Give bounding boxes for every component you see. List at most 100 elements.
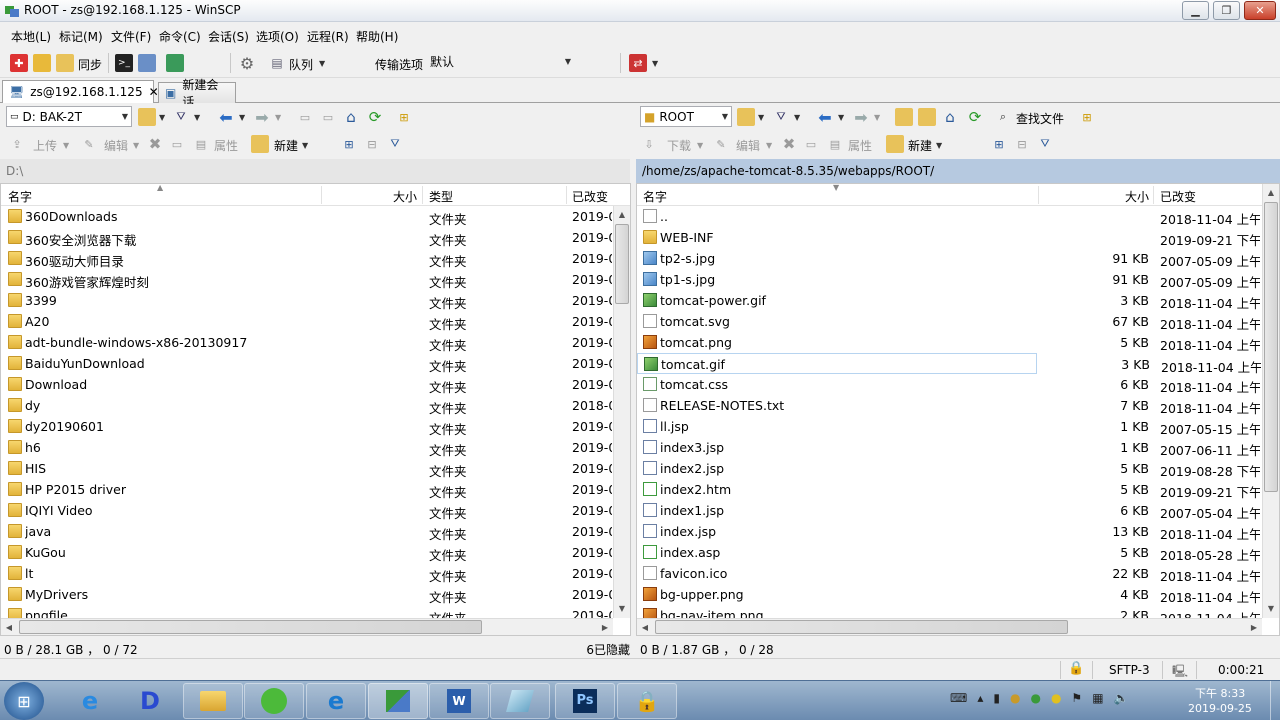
forward-icon[interactable]: ➡	[253, 108, 271, 127]
tab-session[interactable]: 🖥 zs@192.168.1.125 ✕	[2, 80, 159, 103]
delete-icon[interactable]: ✖	[146, 135, 164, 153]
list-item[interactable]: A20 文件夹 2019-0	[1, 311, 630, 332]
rename-icon[interactable]: ▭	[168, 135, 186, 153]
filter-icon[interactable]: ⛛	[172, 108, 190, 126]
list-item[interactable]: ll.jsp 1 KB 2007-05-15 上午 1	[637, 416, 1279, 437]
remote-dir-select[interactable]: ■ ROOT ▼	[640, 106, 732, 127]
security-tray-icon[interactable]: ●	[1051, 691, 1061, 705]
notepad-taskbar-icon[interactable]	[490, 683, 550, 719]
synchronize-browse-icon[interactable]	[33, 54, 51, 72]
rename-icon[interactable]: ▭	[802, 135, 820, 153]
transfer-settings-select[interactable]: 默认 ▼	[427, 51, 575, 72]
usb-icon[interactable]: ▮	[993, 691, 1000, 705]
back-icon[interactable]: ⬅	[217, 108, 235, 127]
keyboard-icon[interactable]: ⌨	[950, 691, 967, 705]
clock-time[interactable]: 下午 8:33	[1195, 685, 1245, 701]
queue-icon[interactable]: ▤	[268, 54, 286, 72]
home-icon[interactable]: ⌂	[342, 108, 360, 126]
menu-session[interactable]: 会话(S)	[208, 28, 249, 45]
clock-date[interactable]: 2019-09-25	[1188, 702, 1252, 715]
edit-label[interactable]: 编辑	[736, 137, 760, 154]
list-item[interactable]: MyDrivers 文件夹 2019-0	[1, 584, 630, 605]
lock-tray-icon[interactable]: ●	[1010, 691, 1020, 705]
chevron-down-icon[interactable]: ▼	[194, 113, 200, 122]
find-icon[interactable]: ⌕	[994, 108, 1012, 126]
chevron-down-icon[interactable]: ▼	[936, 141, 942, 150]
select-all-icon[interactable]: ⊞	[340, 135, 358, 153]
photoshop-taskbar-icon[interactable]: Ps	[555, 683, 615, 719]
new-label[interactable]: 新建	[908, 137, 932, 154]
list-item[interactable]: index2.jsp 5 KB 2019-08-28 下午 1	[637, 458, 1279, 479]
show-desktop-button[interactable]	[1270, 681, 1280, 720]
list-item[interactable]: 360驱动大师目录 文件夹 2019-0	[1, 248, 630, 269]
root-dir-icon[interactable]	[918, 108, 936, 126]
new-folder-icon[interactable]	[251, 135, 269, 153]
edit-icon[interactable]: ✎	[80, 135, 98, 153]
list-item[interactable]: index3.jsp 1 KB 2007-06-11 上午 8	[637, 437, 1279, 458]
upload-label[interactable]: 上传	[33, 137, 57, 154]
download-label[interactable]: 下载	[667, 137, 691, 154]
edit-label[interactable]: 编辑	[104, 137, 128, 154]
chevron-down-icon[interactable]: ▼	[838, 113, 844, 122]
minimize-button[interactable]: ▁	[1182, 1, 1209, 20]
new-folder-icon[interactable]	[886, 135, 904, 153]
open-folder-icon[interactable]	[737, 108, 755, 126]
local-path-bar[interactable]: D:\	[0, 159, 630, 183]
scroll-left-icon[interactable]: ◀	[637, 619, 653, 635]
chevron-down-icon[interactable]: ▼	[275, 113, 281, 122]
chevron-down-icon[interactable]: ▼	[652, 59, 658, 68]
properties-icon[interactable]: ▤	[192, 135, 210, 153]
filter-mark-icon[interactable]: ⛛	[386, 135, 404, 153]
parent-dir-icon[interactable]	[895, 108, 913, 126]
chevron-up-icon[interactable]: ▴	[977, 691, 983, 705]
list-item[interactable]: bg-upper.png 4 KB 2018-11-04 上午 1	[637, 584, 1279, 605]
volume-icon[interactable]: 🔈	[1114, 691, 1129, 705]
chevron-down-icon[interactable]: ▼	[697, 141, 703, 150]
scroll-up-icon[interactable]: ▲	[1263, 184, 1279, 200]
word-taskbar-icon[interactable]: W	[429, 683, 489, 719]
ie-taskbar-icon[interactable]: e	[60, 683, 120, 719]
chevron-down-icon[interactable]: ▼	[794, 113, 800, 122]
list-item[interactable]: tp1-s.jpg 91 KB 2007-05-09 上午 8	[637, 269, 1279, 290]
chevron-down-icon[interactable]: ▼	[302, 141, 308, 150]
transfer-queue-icon[interactable]: ⇄	[629, 54, 647, 72]
refresh-icon[interactable]: ⟳	[366, 108, 384, 126]
refresh-icon[interactable]: ⟳	[966, 108, 984, 126]
d-app-taskbar-icon[interactable]: D	[120, 683, 180, 719]
compare-dirs-icon[interactable]	[56, 54, 74, 72]
edit-icon[interactable]: ✎	[712, 135, 730, 153]
chevron-down-icon[interactable]: ▼	[159, 113, 165, 122]
scroll-up-icon[interactable]: ▲	[614, 206, 630, 222]
remote-vscrollbar[interactable]: ▲ ▼	[1262, 184, 1279, 618]
remote-path-bar[interactable]: /home/zs/apache-tomcat-8.5.35/webapps/RO…	[636, 159, 1280, 183]
list-item[interactable]: IQIYI Video 文件夹 2019-0	[1, 500, 630, 521]
list-item[interactable]: 360安全浏览器下载 文件夹 2019-0	[1, 227, 630, 248]
sync-app-taskbar-icon[interactable]	[244, 683, 304, 719]
parent-dir-icon[interactable]: ▭	[296, 108, 314, 126]
delete-icon[interactable]: ✖	[780, 135, 798, 153]
list-item[interactable]: 3399 文件夹 2019-0	[1, 290, 630, 311]
list-item[interactable]: tomcat.png 5 KB 2018-11-04 上午 1	[637, 332, 1279, 353]
local-drive-select[interactable]: ▭ D: BAK-2T ▼	[6, 106, 132, 127]
chevron-down-icon[interactable]: ▼	[63, 141, 69, 150]
menu-local[interactable]: 本地(L)	[11, 28, 51, 45]
scroll-thumb[interactable]	[615, 224, 629, 304]
scroll-thumb[interactable]	[1264, 202, 1278, 492]
unselect-icon[interactable]: ⊟	[1013, 135, 1031, 153]
find-files-label[interactable]: 查找文件	[1016, 110, 1064, 127]
queue-label[interactable]: 队列	[289, 56, 313, 73]
list-item[interactable]: tomcat.svg 67 KB 2018-11-04 上午 1	[637, 311, 1279, 332]
column-name[interactable]: 名字	[643, 188, 667, 205]
list-item[interactable]: Download 文件夹 2019-0	[1, 374, 630, 395]
download-icon[interactable]: ⇩	[640, 135, 658, 153]
new-label[interactable]: 新建	[274, 137, 298, 154]
menu-remote[interactable]: 远程(R)	[307, 28, 349, 45]
explorer-taskbar-icon[interactable]	[183, 683, 243, 719]
list-item[interactable]: 360游戏管家辉煌时刻 文件夹 2019-0	[1, 269, 630, 290]
menu-file[interactable]: 文件(F)	[111, 28, 151, 45]
list-item[interactable]: lt 文件夹 2019-0	[1, 563, 630, 584]
list-item[interactable]: RELEASE-NOTES.txt 7 KB 2018-11-04 上午 1	[637, 395, 1279, 416]
refresh-session-icon[interactable]	[166, 54, 184, 72]
queue-dropdown-arrow[interactable]: ▼	[319, 59, 325, 68]
scroll-thumb[interactable]	[19, 620, 482, 634]
